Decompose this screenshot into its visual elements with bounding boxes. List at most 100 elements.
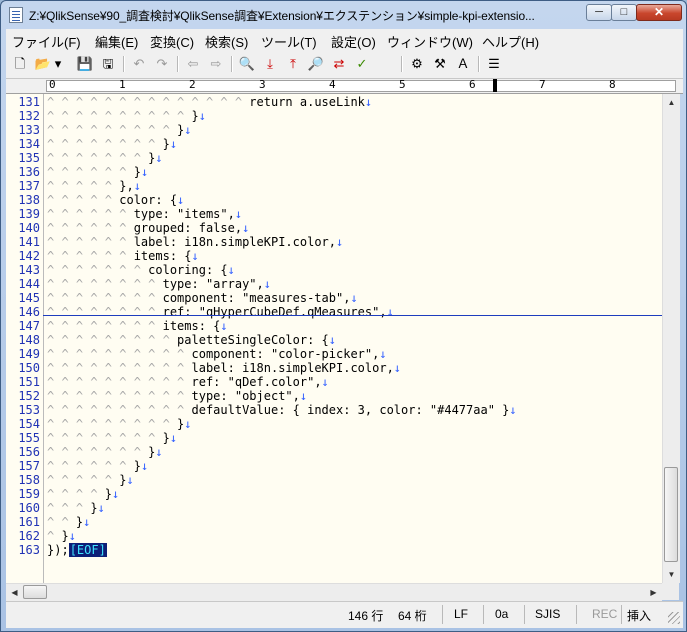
- newline-marker-icon: ↓: [328, 333, 336, 347]
- code-line[interactable]: 135 ^ ^ ^ ^ ^ ^ ^ }↓: [6, 151, 662, 165]
- code-line[interactable]: 133 ^ ^ ^ ^ ^ ^ ^ ^ ^ }↓: [6, 123, 662, 137]
- menu-file[interactable]: ファイル(F): [12, 32, 81, 51]
- maximize-button[interactable]: □: [611, 4, 637, 21]
- code-line[interactable]: 137 ^ ^ ^ ^ ^ },↓: [6, 179, 662, 193]
- search-down-icon[interactable]: ⤓: [261, 55, 279, 73]
- code-line[interactable]: 139 ^ ^ ^ ^ ^ ^ type: "items",↓: [6, 207, 662, 221]
- search-up-icon[interactable]: ⤒: [284, 55, 302, 73]
- code-text: ^ ^ ^ ^ ^ ^ grouped: false,↓: [47, 221, 249, 235]
- indent-guide: ^ ^ ^ ^ ^ ^: [47, 249, 134, 263]
- status-encoding[interactable]: SJIS: [535, 607, 560, 621]
- code-line[interactable]: 145 ^ ^ ^ ^ ^ ^ ^ ^ component: "measures-…: [6, 291, 662, 305]
- menu-settings[interactable]: 設定(O): [331, 32, 376, 51]
- code-line[interactable]: 151 ^ ^ ^ ^ ^ ^ ^ ^ ^ ^ ref: "qDef.color"…: [6, 375, 662, 389]
- nav-back-icon[interactable]: ⇦: [184, 55, 202, 73]
- code-line[interactable]: 136 ^ ^ ^ ^ ^ ^ }↓: [6, 165, 662, 179]
- horizontal-scroll-thumb[interactable]: [23, 585, 47, 599]
- outline-icon[interactable]: ☰: [485, 55, 503, 73]
- column-ruler[interactable]: 0 1 2 3 4 5 6 7 8: [6, 78, 683, 94]
- code-line[interactable]: 163});[EOF]: [6, 543, 662, 557]
- resize-grip[interactable]: [668, 612, 680, 624]
- title-bar[interactable]: Z:¥QlikSense¥90_調査検討¥QlikSense調査¥Extensi…: [1, 1, 686, 29]
- code-line[interactable]: 149 ^ ^ ^ ^ ^ ^ ^ ^ ^ ^ component: "color…: [6, 347, 662, 361]
- undo-icon[interactable]: ↶: [130, 55, 148, 73]
- line-number: 156: [18, 445, 40, 459]
- open-folder-icon[interactable]: 📂: [34, 55, 52, 73]
- code-line[interactable]: 141 ^ ^ ^ ^ ^ ^ label: i18n.simpleKPI.col…: [6, 235, 662, 249]
- settings-type-icon[interactable]: ⚒: [431, 55, 449, 73]
- minimize-button[interactable]: ─: [586, 4, 612, 21]
- replace-icon[interactable]: ⇄: [330, 55, 348, 73]
- new-file-icon[interactable]: 🗋: [11, 55, 29, 73]
- scroll-down-arrow-icon[interactable]: ▼: [663, 566, 680, 583]
- indent-guide: ^ ^ ^ ^ ^ ^ ^ ^: [47, 319, 163, 333]
- code-line[interactable]: 158 ^ ^ ^ ^ ^ }↓: [6, 473, 662, 487]
- scroll-right-arrow-icon[interactable]: ▶: [645, 584, 662, 601]
- vertical-scrollbar[interactable]: ▲ ▼: [662, 94, 680, 583]
- code-line[interactable]: 162 ^ }↓: [6, 529, 662, 543]
- code-content: items: {: [133, 249, 192, 263]
- code-line[interactable]: 153 ^ ^ ^ ^ ^ ^ ^ ^ ^ ^ defaultValue: { i…: [6, 403, 662, 417]
- code-text: ^ ^ ^ ^ ^ ^ ^ coloring: {↓: [47, 263, 235, 277]
- close-button[interactable]: ✕: [636, 4, 682, 21]
- code-line[interactable]: 155 ^ ^ ^ ^ ^ ^ ^ ^ }↓: [6, 431, 662, 445]
- code-line[interactable]: 146 ^ ^ ^ ^ ^ ^ ^ ^ ref: "qHyperCubeDef.q…: [6, 305, 662, 319]
- status-eol-type[interactable]: LF: [454, 607, 468, 621]
- code-line[interactable]: 161 ^ ^ }↓: [6, 515, 662, 529]
- code-line[interactable]: 143 ^ ^ ^ ^ ^ ^ ^ coloring: {↓: [6, 263, 662, 277]
- indent-guide: ^ ^ ^ ^ ^ ^ ^ ^ ^ ^: [47, 375, 192, 389]
- code-line[interactable]: 134 ^ ^ ^ ^ ^ ^ ^ ^ }↓: [6, 137, 662, 151]
- code-line[interactable]: 142 ^ ^ ^ ^ ^ ^ items: {↓: [6, 249, 662, 263]
- newline-marker-icon: ↓: [379, 347, 387, 361]
- menu-search[interactable]: 検索(S): [205, 32, 248, 51]
- code-content: }: [133, 459, 141, 473]
- code-text: ^ ^ ^ ^ ^ ^ ^ ^ type: "array",↓: [47, 277, 271, 291]
- horizontal-scrollbar[interactable]: ◀ ▶: [6, 583, 662, 601]
- code-line[interactable]: 150 ^ ^ ^ ^ ^ ^ ^ ^ ^ ^ label: i18n.simpl…: [6, 361, 662, 375]
- menu-tools[interactable]: ツール(T): [261, 32, 317, 51]
- status-rec[interactable]: REC: [592, 607, 617, 621]
- code-line[interactable]: 131 ^ ^ ^ ^ ^ ^ ^ ^ ^ ^ ^ ^ ^ ^ return a.…: [6, 95, 662, 109]
- code-text: ^ ^ ^ ^ ^ ^ ^ ^ ^ ^ ref: "qDef.color",↓: [47, 375, 329, 389]
- menu-help[interactable]: ヘルプ(H): [482, 32, 539, 51]
- code-line[interactable]: 156 ^ ^ ^ ^ ^ ^ ^ }↓: [6, 445, 662, 459]
- indent-guide: ^ ^ ^ ^ ^ ^ ^ ^ ^: [47, 333, 178, 347]
- code-line[interactable]: 159 ^ ^ ^ ^ }↓: [6, 487, 662, 501]
- scroll-up-arrow-icon[interactable]: ▲: [663, 94, 680, 111]
- dropdown-icon[interactable]: ▾: [52, 55, 64, 73]
- settings-font-icon[interactable]: Ａ: [454, 55, 472, 73]
- code-line[interactable]: 152 ^ ^ ^ ^ ^ ^ ^ ^ ^ ^ type: "object",↓: [6, 389, 662, 403]
- code-line[interactable]: 140 ^ ^ ^ ^ ^ ^ grouped: false,↓: [6, 221, 662, 235]
- app-icon[interactable]: [9, 7, 23, 23]
- code-line[interactable]: 154 ^ ^ ^ ^ ^ ^ ^ ^ ^ }↓: [6, 417, 662, 431]
- vertical-scroll-thumb[interactable]: [664, 467, 678, 562]
- menu-convert[interactable]: 変換(C): [150, 32, 194, 51]
- nav-forward-icon[interactable]: ⇨: [207, 55, 225, 73]
- newline-marker-icon: ↓: [350, 291, 358, 305]
- code-text: ^ ^ ^ ^ ^ ^ ^ ^ }↓: [47, 137, 177, 151]
- search-icon[interactable]: 🔍: [238, 55, 256, 73]
- status-char-code: 0a: [495, 607, 509, 621]
- redo-icon[interactable]: ↷: [153, 55, 171, 73]
- code-line[interactable]: 138 ^ ^ ^ ^ ^ color: {↓: [6, 193, 662, 207]
- status-insert-mode[interactable]: 挿入: [627, 607, 651, 624]
- code-line[interactable]: 157 ^ ^ ^ ^ ^ ^ }↓: [6, 459, 662, 473]
- code-line[interactable]: 148 ^ ^ ^ ^ ^ ^ ^ ^ ^ paletteSingleColor:…: [6, 333, 662, 347]
- text-editor[interactable]: 131 ^ ^ ^ ^ ^ ^ ^ ^ ^ ^ ^ ^ ^ ^ return a.…: [6, 94, 662, 583]
- code-line[interactable]: 160 ^ ^ ^ }↓: [6, 501, 662, 515]
- code-content: component: "measures-tab",: [162, 291, 351, 305]
- menu-window[interactable]: ウィンドウ(W): [387, 32, 473, 51]
- newline-marker-icon: ↓: [198, 109, 206, 123]
- save-icon[interactable]: 💾: [76, 55, 94, 73]
- grep-icon[interactable]: 🔎: [307, 55, 325, 73]
- mark-icon[interactable]: ✓: [353, 55, 371, 73]
- ruler-label: 6: [469, 78, 476, 91]
- line-number: 132: [18, 109, 40, 123]
- save-all-icon[interactable]: 🖫: [99, 55, 117, 73]
- settings-common-icon[interactable]: ⚙: [408, 55, 426, 73]
- code-line[interactable]: 132 ^ ^ ^ ^ ^ ^ ^ ^ ^ ^ }↓: [6, 109, 662, 123]
- menu-edit[interactable]: 編集(E): [95, 32, 138, 51]
- code-line[interactable]: 147 ^ ^ ^ ^ ^ ^ ^ ^ items: {↓: [6, 319, 662, 333]
- code-line[interactable]: 144 ^ ^ ^ ^ ^ ^ ^ ^ type: "array",↓: [6, 277, 662, 291]
- scroll-left-arrow-icon[interactable]: ◀: [6, 584, 23, 601]
